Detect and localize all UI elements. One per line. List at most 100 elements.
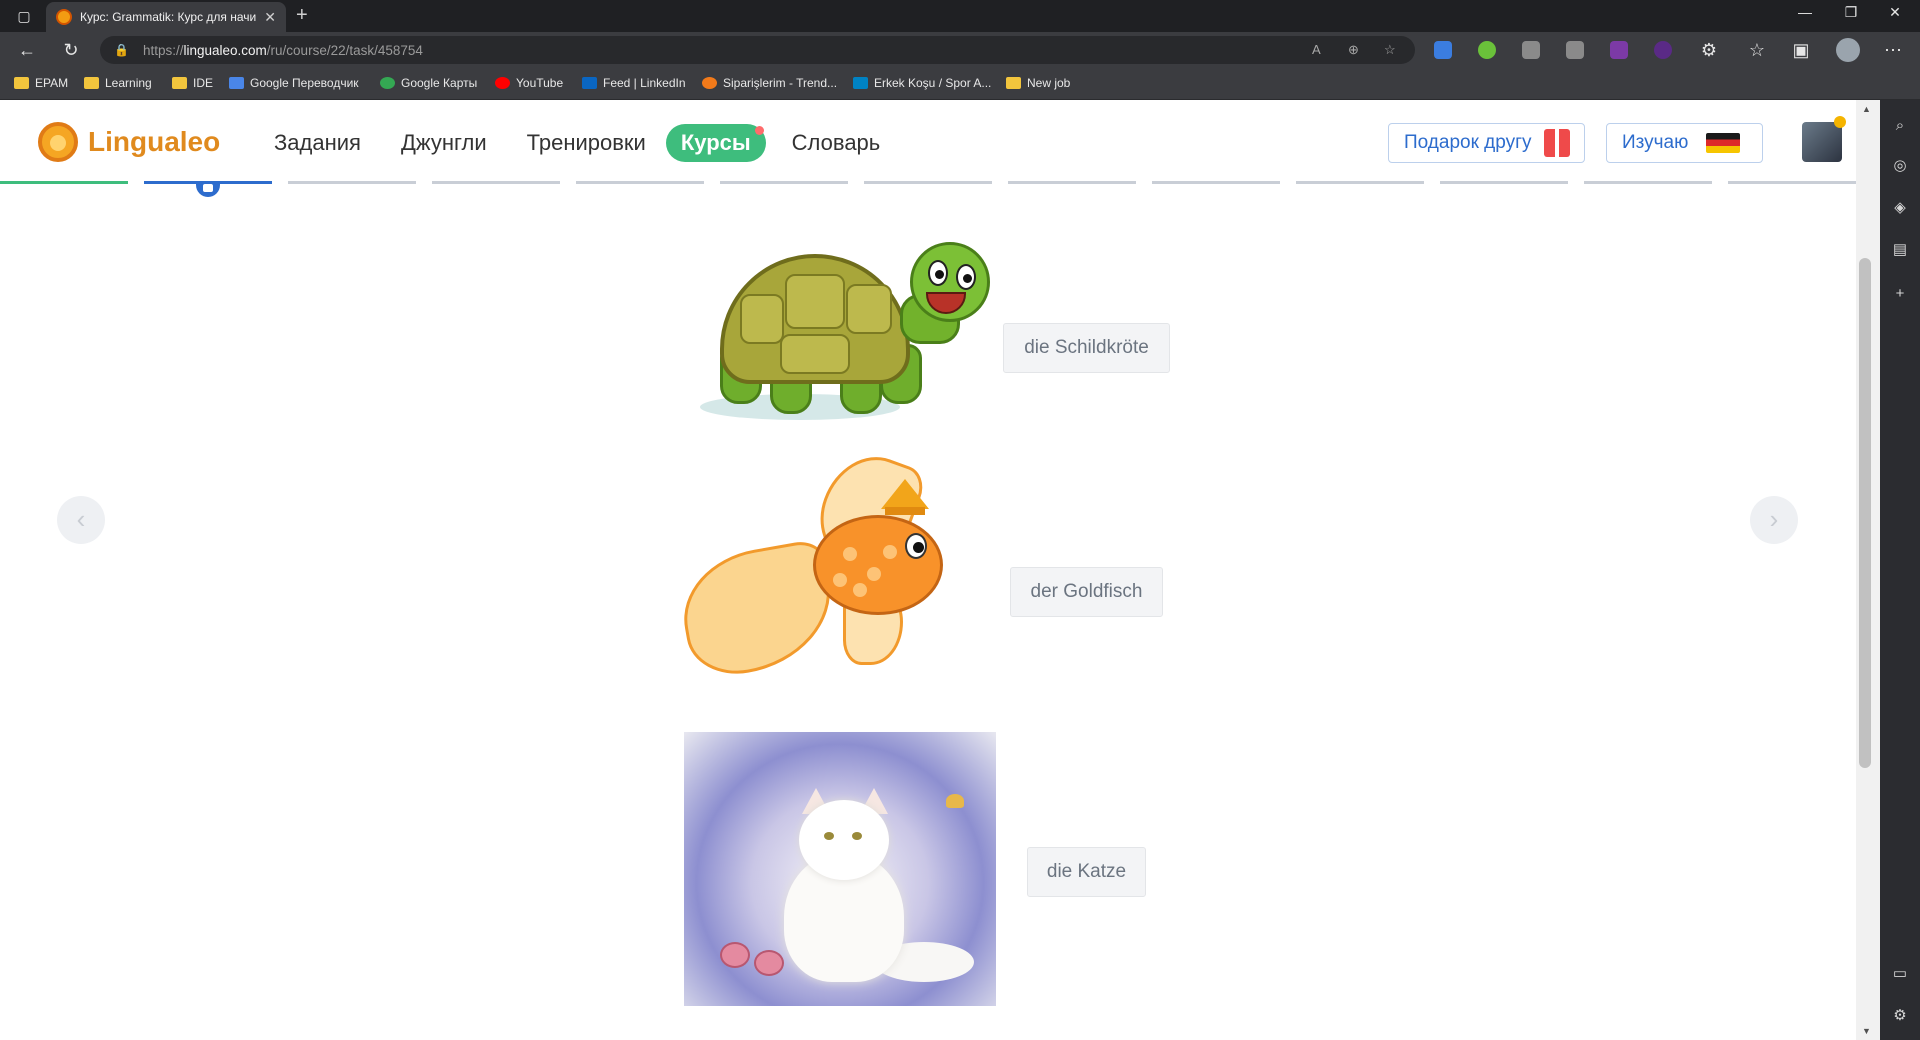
progress-segment[interactable] — [1008, 181, 1136, 184]
progress-segment[interactable] — [1728, 181, 1856, 184]
progress-segment[interactable] — [1440, 181, 1568, 184]
url-text: https://lingualeo.com/ru/course/22/task/… — [142, 42, 423, 58]
bookmark-decathlon[interactable]: Erkek Koşu / Spor A... — [853, 76, 991, 90]
extension-icon[interactable] — [1522, 41, 1540, 59]
close-window-icon[interactable]: ✕ — [1880, 4, 1910, 21]
progress-segment[interactable] — [1584, 181, 1712, 184]
word-card-goldfisch[interactable]: der Goldfisch — [1010, 567, 1163, 617]
google-translate-icon — [229, 77, 244, 89]
nav-jungle[interactable]: Джунгли — [401, 124, 487, 162]
gift-icon — [1543, 129, 1570, 157]
sidebar-outlook-icon[interactable]: ▤ — [1890, 240, 1910, 260]
lock-icon: 🔒 — [114, 43, 129, 57]
nav-trainings[interactable]: Тренировки — [527, 124, 646, 162]
extension-icon[interactable] — [1566, 41, 1584, 59]
browser-tab[interactable]: Курс: Grammatik: Курс для начи ✕ — [46, 2, 286, 32]
folder-icon — [84, 77, 99, 89]
collections-icon[interactable]: ▣ — [1788, 38, 1814, 62]
goldfish-illustration — [673, 442, 1003, 720]
sidebar-copilot-icon[interactable]: ◎ — [1890, 156, 1910, 176]
restore-icon[interactable]: ❐ — [1836, 4, 1866, 21]
minimize-icon[interactable]: — — [1790, 4, 1820, 20]
bookmark-linkedin[interactable]: Feed | LinkedIn — [582, 76, 686, 90]
close-tab-icon[interactable]: ✕ — [264, 9, 276, 26]
bookmark-new-job[interactable]: New job — [1006, 76, 1070, 90]
grammarly-extension-icon[interactable] — [1478, 41, 1496, 59]
sidebar-search-icon[interactable]: ⌕ — [1890, 116, 1910, 136]
bookmarks-bar: EPAM Learning IDE Google Переводчик Goog… — [0, 68, 1920, 100]
progress-segment[interactable] — [1296, 181, 1424, 184]
zoom-icon[interactable]: ⊕ — [1348, 42, 1359, 58]
tab-title: Курс: Grammatik: Курс для начи — [80, 10, 257, 24]
read-aloud-icon[interactable]: A — [1312, 42, 1321, 57]
translate-extension-icon[interactable] — [1434, 41, 1452, 59]
scroll-down-arrow-icon[interactable]: ▼ — [1862, 1026, 1871, 1036]
main-navigation: Задания Джунгли Тренировки Курсы Словарь — [274, 124, 920, 162]
previous-slide-button[interactable]: ‹ — [57, 496, 105, 544]
extensions-puzzle-icon[interactable]: ⚙ — [1696, 38, 1722, 62]
gift-friend-button[interactable]: Подарок другу — [1388, 123, 1585, 163]
tab-actions-icon[interactable]: ▢ — [12, 6, 36, 26]
decathlon-icon — [853, 77, 868, 89]
lion-logo-icon — [38, 122, 78, 162]
next-slide-button[interactable]: › — [1750, 496, 1798, 544]
progress-segment[interactable] — [864, 181, 992, 184]
browser-navigation-bar: ← ↻ 🔒 https://lingualeo.com/ru/course/22… — [0, 32, 1920, 68]
address-bar[interactable]: 🔒 https://lingualeo.com/ru/course/22/tas… — [100, 36, 1415, 64]
nav-tasks[interactable]: Задания — [274, 124, 361, 162]
lingualeo-logo[interactable]: Lingualeo — [38, 122, 220, 162]
scroll-up-arrow-icon[interactable]: ▲ — [1862, 104, 1871, 114]
cat-painting — [684, 732, 996, 1006]
sidebar-layout-icon[interactable]: ▭ — [1890, 964, 1910, 984]
new-tab-icon[interactable]: + — [296, 4, 308, 27]
sidebar-settings-icon[interactable]: ⚙ — [1890, 1006, 1910, 1026]
more-menu-icon[interactable]: ⋯ — [1880, 38, 1906, 62]
folder-icon — [172, 77, 187, 89]
back-icon[interactable]: ← — [14, 38, 40, 62]
progress-segment[interactable] — [576, 181, 704, 184]
bookmark-google-maps[interactable]: Google Карты — [380, 76, 477, 90]
nav-courses[interactable]: Курсы — [665, 124, 766, 162]
word-card-katze[interactable]: die Katze — [1027, 847, 1146, 897]
learning-language-button[interactable]: Изучаю — [1606, 123, 1763, 163]
progress-segment[interactable] — [720, 181, 848, 184]
favorites-icon[interactable]: ☆ — [1744, 38, 1770, 62]
learning-language-label: Изучаю — [1622, 132, 1689, 153]
nav-dictionary[interactable]: Словарь — [792, 124, 881, 162]
folder-icon — [1006, 77, 1021, 89]
progress-segment[interactable] — [288, 181, 416, 184]
linkedin-icon — [582, 77, 597, 89]
browser-tab-bar: ▢ Курс: Grammatik: Курс для начи ✕ + — ❐… — [0, 0, 1920, 32]
refresh-icon[interactable]: ↻ — [58, 38, 84, 62]
extension-icon[interactable] — [1654, 41, 1672, 59]
task-progress-bar — [0, 181, 1856, 185]
bookmark-epam[interactable]: EPAM — [14, 76, 68, 90]
progress-segment[interactable] — [0, 181, 128, 184]
google-maps-icon — [380, 77, 395, 89]
sidebar-games-icon[interactable]: ◈ — [1890, 198, 1910, 218]
progress-segment[interactable] — [1152, 181, 1280, 184]
scrollbar-thumb[interactable] — [1859, 258, 1871, 768]
bookmark-trendyol[interactable]: Siparişlerim - Trend... — [702, 76, 837, 90]
bookmark-learning[interactable]: Learning — [84, 76, 152, 90]
gift-friend-label: Подарок другу — [1404, 132, 1532, 153]
turtle-illustration — [690, 234, 990, 434]
extension-icon[interactable] — [1610, 41, 1628, 59]
trendyol-icon — [702, 77, 717, 89]
profile-avatar[interactable] — [1836, 38, 1860, 62]
bookmark-youtube[interactable]: YouTube — [495, 76, 563, 90]
lingualeo-page: Lingualeo Задания Джунгли Тренировки Кур… — [0, 100, 1856, 1040]
word-card-schildkroete[interactable]: die Schildkröte — [1003, 323, 1170, 373]
progress-segment[interactable] — [432, 181, 560, 184]
current-task-marker-icon — [196, 181, 220, 197]
site-header: Lingualeo Задания Джунгли Тренировки Кур… — [0, 100, 1856, 184]
favorite-star-icon[interactable]: ☆ — [1384, 42, 1396, 58]
user-avatar[interactable] — [1802, 122, 1842, 162]
lingualeo-favicon-icon — [56, 9, 72, 25]
folder-icon — [14, 77, 29, 89]
german-flag-icon — [1706, 133, 1741, 153]
bookmark-ide[interactable]: IDE — [172, 76, 213, 90]
bookmark-google-translate[interactable]: Google Переводчик — [229, 76, 359, 90]
sidebar-add-icon[interactable]: + — [1890, 284, 1910, 304]
youtube-icon — [495, 77, 510, 89]
